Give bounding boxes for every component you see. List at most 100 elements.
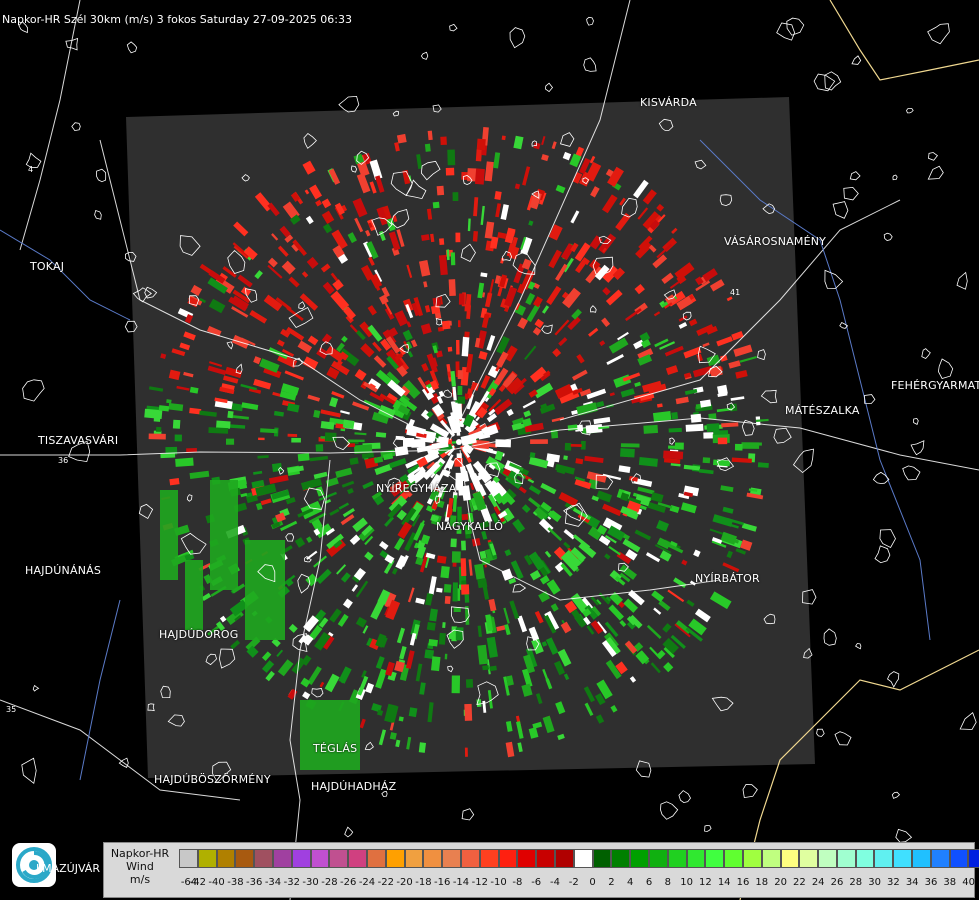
settlement-outline [94, 209, 102, 220]
radar-echo [297, 453, 310, 462]
legend-swatch [968, 849, 979, 868]
settlement-outline [921, 348, 931, 359]
settlement-outline [872, 471, 890, 484]
radar-echo [172, 419, 181, 429]
settlement-outline [883, 232, 893, 241]
legend-tick-label: -4 [550, 877, 560, 888]
radar-echo [225, 438, 235, 445]
radar-echo [501, 135, 506, 141]
city-label-hajduhadhaz: HAJDÚHADHÁZ [311, 780, 397, 793]
radar-echo [494, 191, 502, 201]
radar-echo [160, 490, 178, 580]
legend-tick-label: 20 [774, 877, 787, 888]
settlement-outline [786, 17, 805, 36]
legend-tick-label: 24 [811, 877, 825, 888]
settlement-outline [96, 168, 107, 183]
legend-tick-label: 4 [627, 877, 634, 888]
legend-swatch [348, 849, 367, 868]
radar-echo [208, 427, 229, 434]
radar-echo [457, 385, 463, 396]
city-label-vasarosnameny: VÁSÁROSNAMÉNY [724, 235, 827, 248]
settlement-outline [461, 808, 475, 821]
settlement-outline [704, 824, 712, 832]
settlement-outline [71, 122, 81, 132]
legend-tick-label: -40 [208, 877, 225, 888]
legend-tick-label: 34 [905, 877, 919, 888]
settlement-outline [891, 791, 901, 799]
radar-echo [287, 433, 298, 437]
legend-swatch [291, 849, 311, 868]
radar-echo [453, 402, 463, 420]
radar-echo [436, 185, 445, 196]
settlement-outline [834, 731, 852, 746]
settlement-outline [849, 171, 861, 181]
legend-tick-label: -20 [396, 877, 413, 888]
radar-echo [432, 201, 440, 209]
settlement-outline [927, 165, 944, 180]
radar-echo [148, 433, 166, 440]
radar-echo [245, 540, 285, 640]
settlement-outline [742, 784, 758, 799]
legend-tick-label: 22 [793, 877, 806, 888]
legend-swatch [667, 849, 687, 868]
settlement-outline [21, 757, 37, 785]
settlement-outline [583, 57, 597, 72]
radar-echo [717, 384, 728, 396]
settlement-outline [678, 790, 691, 804]
radar-echo [455, 232, 461, 243]
legend-swatch [630, 849, 649, 868]
road-number: 36 [58, 456, 68, 465]
legend-swatch [780, 849, 800, 868]
settlement-outline [855, 643, 862, 650]
radar-echo [464, 304, 471, 312]
radar-echo [457, 588, 461, 601]
radar-echo [529, 452, 536, 458]
legend-tick-label: 14 [717, 877, 731, 888]
legend-swatches [179, 849, 979, 868]
legend-tick-label: -24 [358, 877, 376, 888]
settlement-outline [906, 108, 914, 114]
legend-tick-label: 30 [868, 877, 881, 888]
radar-echo [439, 238, 445, 245]
legend-swatch [855, 849, 875, 868]
radar-echo [444, 596, 451, 604]
radar-map[interactable]: 36 41 35 4 [0, 0, 979, 900]
radar-echo [185, 560, 203, 630]
settlement-outline [420, 51, 429, 60]
radar-echo [747, 442, 762, 446]
radar-echo [444, 653, 448, 660]
settlement-outline [823, 628, 837, 646]
radar-echo [570, 443, 582, 447]
city-label-hajdudorog: HAJDÚDOROG [159, 628, 239, 641]
city-label-nyiregyhaza: NYÍREGYHÁZA [376, 482, 457, 495]
radar-echo [436, 555, 447, 564]
legend-swatch [705, 849, 725, 868]
radar-echo [482, 665, 490, 671]
map-title: Napkor-HR Szél 30km (m/s) 3 fokos Saturd… [2, 13, 352, 26]
radar-echo [448, 279, 456, 297]
radar-echo [702, 457, 711, 464]
wind-legend: Napkor-HR Wind m/s -64 -42 -40 -38 -36 -34 -32… [103, 842, 979, 898]
legend-swatch [799, 849, 819, 868]
legend-title-line: m/s [129, 873, 151, 886]
radar-echo [464, 747, 468, 757]
settlement-outline [813, 73, 836, 92]
radar-echo [457, 396, 466, 404]
radar-echo [156, 426, 162, 432]
settlement-outline [660, 801, 679, 820]
radar-echo [428, 638, 438, 647]
radar-echo [210, 480, 238, 590]
radar-echo [456, 339, 460, 355]
legend-tick-label: -18 [415, 877, 432, 888]
legend-swatch [949, 849, 969, 868]
radar-echo [452, 192, 459, 202]
legend-swatch [554, 849, 574, 868]
legend-swatch [536, 849, 555, 868]
radar-echo [169, 477, 180, 486]
settlement-outline [449, 23, 458, 32]
legend-swatch [686, 849, 706, 868]
radar-echo [455, 627, 464, 641]
radar-echo [450, 252, 456, 266]
settlement-outline [959, 712, 977, 730]
radar-echo [461, 336, 470, 357]
